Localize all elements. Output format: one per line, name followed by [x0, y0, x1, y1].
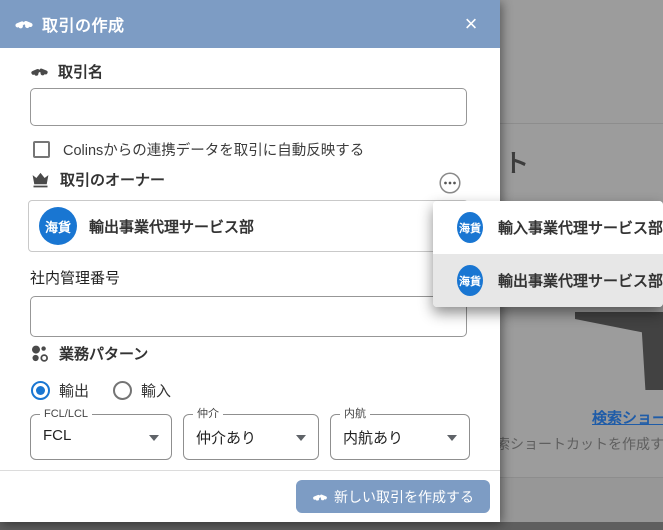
more-options-icon[interactable] — [438, 171, 462, 195]
create-deal-dialog: 取引の作成 × 取引名 Colinsからの連携データを取引に自動反映する — [0, 0, 500, 522]
footer-divider — [0, 470, 500, 471]
owner-option-avatar: 海貨 — [457, 265, 483, 296]
coastal-select-label: 内航 — [340, 407, 370, 421]
radio-export-label: 輸出 — [59, 380, 89, 401]
pattern-label-row: 業務パターン — [30, 343, 148, 364]
handshake-icon — [312, 489, 328, 505]
dialog-title: 取引の作成 — [42, 12, 125, 36]
cluster-icon — [30, 344, 50, 364]
pattern-selects-row: FCL/LCL FCL 仲介 仲介あり 内航 内航あり — [30, 414, 470, 460]
deal-name-label: 取引名 — [58, 61, 103, 82]
owner-selected-item[interactable]: 海貨 輸出事業代理サービス部 — [28, 200, 468, 252]
radio-import-label: 輸入 — [141, 380, 171, 401]
broker-select-label: 仲介 — [193, 407, 223, 421]
dropdown-caret-icon — [149, 435, 159, 441]
background-bottom-bar — [0, 522, 663, 530]
crown-icon — [30, 169, 51, 190]
owner-option-name: 輸出事業代理サービス部 — [498, 270, 663, 291]
owner-avatar: 海貨 — [39, 207, 77, 245]
broker-select[interactable]: 仲介 仲介あり — [183, 414, 319, 460]
internal-number-input[interactable] — [30, 296, 467, 337]
radio-export[interactable] — [31, 381, 50, 400]
background-footer-area — [495, 478, 663, 522]
screen: ト 検索ショー 索ショートカットを作成す 取引の作成 × — [0, 0, 663, 530]
deal-name-label-row: 取引名 — [30, 61, 103, 82]
owner-label-row: 取引のオーナー — [30, 169, 165, 190]
broker-select-value: 仲介あり — [196, 427, 256, 448]
owner-option-export[interactable]: 海貨 輸出事業代理サービス部 — [433, 254, 663, 307]
background-subtext: 索ショートカットを作成す — [496, 434, 663, 454]
colins-checkbox[interactable] — [33, 141, 50, 158]
owner-option-import[interactable]: 海貨 輸入事業代理サービス部 — [433, 201, 663, 254]
owner-name: 輸出事業代理サービス部 — [89, 216, 254, 237]
owner-dropdown-menu: 海貨 輸入事業代理サービス部 海貨 輸出事業代理サービス部 — [433, 201, 663, 307]
close-icon[interactable]: × — [458, 11, 484, 37]
fcl-lcl-select-value: FCL — [43, 427, 71, 444]
owner-option-avatar: 海貨 — [457, 212, 483, 243]
create-deal-button[interactable]: 新しい取引を作成する — [296, 480, 490, 513]
fcl-lcl-select-label: FCL/LCL — [40, 407, 92, 421]
background-heading-fragment: ト — [504, 144, 530, 180]
internal-number-label-row: 社内管理番号 — [30, 267, 120, 288]
owner-label: 取引のオーナー — [60, 169, 165, 190]
internal-number-label: 社内管理番号 — [30, 267, 120, 288]
create-deal-button-label: 新しい取引を作成する — [334, 487, 474, 507]
coastal-select[interactable]: 内航 内航あり — [330, 414, 470, 460]
radio-import[interactable] — [113, 381, 132, 400]
dialog-header: 取引の作成 × — [0, 0, 500, 48]
coastal-select-value: 内航あり — [343, 427, 403, 448]
handshake-icon — [30, 62, 49, 81]
colins-checkbox-label: Colinsからの連携データを取引に自動反映する — [63, 139, 364, 160]
dropdown-caret-icon — [447, 435, 457, 441]
handshake-icon — [14, 14, 34, 34]
background-illustration — [575, 312, 663, 390]
owner-option-name: 輸入事業代理サービス部 — [498, 217, 663, 238]
deal-name-input[interactable] — [30, 88, 467, 126]
fcl-lcl-select[interactable]: FCL/LCL FCL — [30, 414, 172, 460]
search-shortcut-link[interactable]: 検索ショー — [592, 407, 663, 428]
dropdown-caret-icon — [296, 435, 306, 441]
pattern-label: 業務パターン — [59, 343, 148, 364]
colins-checkbox-row: Colinsからの連携データを取引に自動反映する — [33, 139, 364, 160]
pattern-radio-group: 輸出 輸入 — [31, 380, 171, 401]
